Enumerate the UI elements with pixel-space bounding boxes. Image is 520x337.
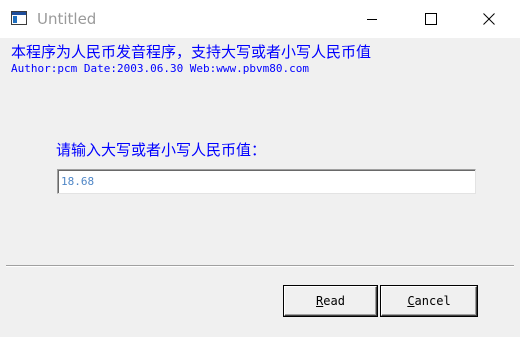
read-button-label: Read <box>316 294 345 308</box>
app-window-icon <box>11 11 27 25</box>
title-bar[interactable]: Untitled <box>0 0 520 38</box>
window-title: Untitled <box>37 10 97 28</box>
cancel-button-label: Cancel <box>407 294 451 308</box>
amount-prompt-label: 请输入大写或者小写人民币值： <box>56 141 267 159</box>
close-icon <box>483 13 495 25</box>
author-info: Author:pcm Date:2003.06.30 Web:www.pbvm8… <box>11 62 310 75</box>
dialog-window: Untitled 本程序为人民币发音程序，支持大写或者小写人民币值 Author… <box>0 0 520 337</box>
program-description: 本程序为人民币发音程序，支持大写或者小写人民币值 <box>11 43 372 61</box>
minimize-button[interactable] <box>349 0 395 38</box>
close-button[interactable] <box>466 0 512 38</box>
read-button[interactable]: Read <box>284 286 377 316</box>
maximize-icon <box>425 13 437 25</box>
separator-line <box>6 265 514 267</box>
minimize-icon <box>367 19 377 20</box>
maximize-button[interactable] <box>408 0 454 38</box>
amount-input[interactable] <box>57 169 476 194</box>
cancel-button[interactable]: Cancel <box>381 286 477 316</box>
